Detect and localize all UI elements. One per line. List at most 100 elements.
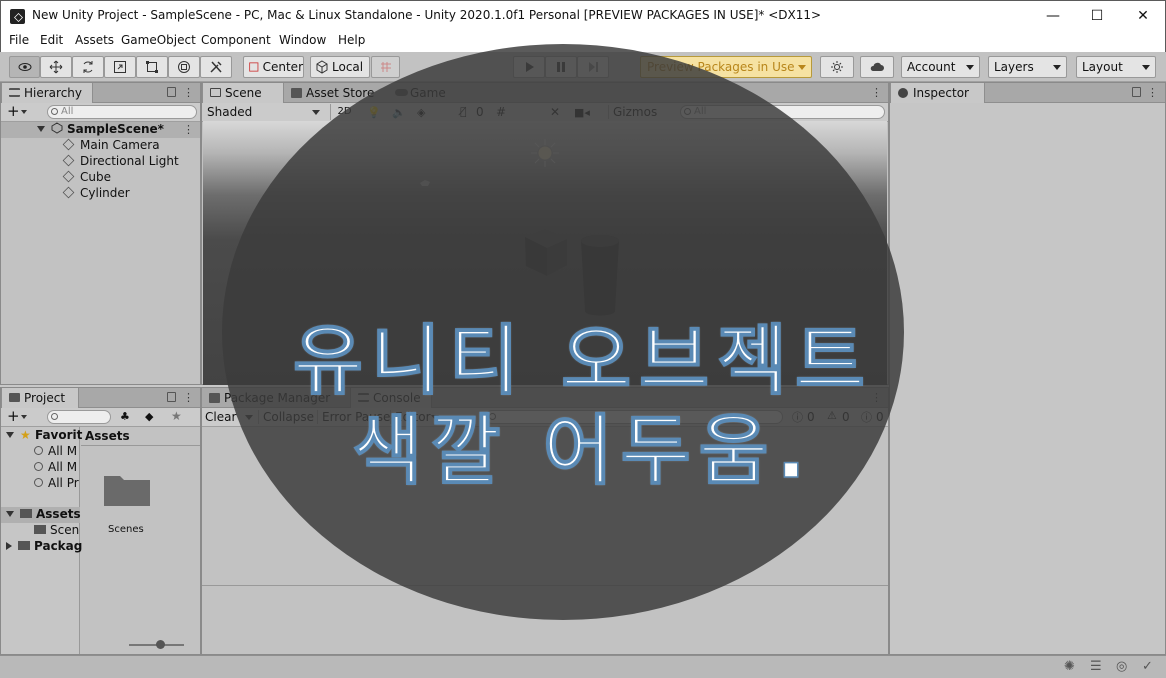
close-button[interactable]: ✕ <box>1120 1 1166 31</box>
hierarchy-item-cylinder[interactable]: Cylinder <box>62 186 130 200</box>
dropdown-arrow-icon[interactable] <box>21 110 27 114</box>
custom-tool-button[interactable] <box>200 56 232 78</box>
overlay-caption: 유니티 오브젝트 색깔 어두움. <box>0 315 1166 496</box>
preview-packages-dropdown[interactable]: Preview Packages in Use <box>640 56 812 78</box>
cylinder-object <box>581 235 619 316</box>
collapsed-arrow-icon[interactable] <box>6 542 12 550</box>
rotate-icon <box>83 61 93 73</box>
gamepad-icon <box>395 89 408 96</box>
shading-mode-dropdown[interactable]: Shaded <box>207 105 252 119</box>
icon-size-slider-handle[interactable] <box>156 640 165 649</box>
minimize-button[interactable]: — <box>1030 1 1076 31</box>
lock-icon[interactable] <box>1132 87 1141 97</box>
hierarchy-toolbar: + All <box>1 103 200 122</box>
assets-label: Assets <box>36 507 81 521</box>
add-create-icon[interactable]: + <box>7 103 20 120</box>
step-icon <box>589 62 598 72</box>
dropdown-arrow-icon <box>966 65 974 70</box>
lighting-toggle-icon[interactable]: 💡 <box>367 106 381 119</box>
hierarchy-item-directional-light[interactable]: Directional Light <box>62 154 179 168</box>
scenes-folder-label: Scen <box>50 523 80 537</box>
menu-assets[interactable]: Assets <box>75 33 114 47</box>
camera-icon[interactable]: ■◂ <box>574 106 590 119</box>
move-tool-button[interactable] <box>40 56 72 78</box>
menu-window[interactable]: Window <box>279 33 326 47</box>
menu-component[interactable]: Component <box>201 33 271 47</box>
scenes-folder-node[interactable]: Scen <box>34 523 79 537</box>
hierarchy-tab-label: Hierarchy <box>24 86 83 100</box>
cloud-button[interactable] <box>860 56 894 78</box>
grid-toggle-icon[interactable]: # <box>496 105 506 119</box>
packages-node[interactable]: Packag <box>6 539 82 553</box>
account-label: Account <box>907 60 956 74</box>
scene-root-item[interactable]: SampleScene* <box>37 122 164 136</box>
hierarchy-item-cube[interactable]: Cube <box>62 170 111 184</box>
expand-arrow-icon[interactable] <box>37 126 45 132</box>
eye-icon <box>18 63 31 71</box>
gameobject-cube-icon <box>62 170 75 183</box>
scale-icon <box>114 61 126 73</box>
layers-dropdown[interactable]: Layers <box>988 56 1067 78</box>
pivot-center-toggle[interactable]: Center <box>243 56 304 78</box>
assets-node[interactable]: Assets <box>6 507 81 521</box>
info-icon <box>898 88 908 98</box>
tab-inspector[interactable]: Inspector <box>890 83 985 103</box>
preview-packages-label: Preview Packages in Use <box>647 60 795 74</box>
bug-icon[interactable]: ✺ <box>1064 659 1075 674</box>
step-button[interactable] <box>577 56 609 78</box>
scene-options-icon[interactable]: ⋮ <box>183 123 194 136</box>
menu-file[interactable]: File <box>9 33 29 47</box>
tab-asset-store[interactable]: Asset Store <box>284 83 384 103</box>
more-options-icon[interactable]: ⋮ <box>871 86 882 99</box>
pivot-icon <box>249 62 259 72</box>
maximize-button[interactable]: ☐ <box>1074 1 1120 31</box>
dropdown-arrow-icon <box>1142 65 1150 70</box>
layout-dropdown[interactable]: Layout <box>1076 56 1156 78</box>
scale-tool-button[interactable] <box>104 56 136 78</box>
database-icon[interactable]: ☰ <box>1090 659 1102 674</box>
cube-object <box>525 229 567 276</box>
account-dropdown[interactable]: Account <box>901 56 980 78</box>
collab-button[interactable] <box>820 56 854 78</box>
asset-store-tab-label: Asset Store <box>306 86 375 100</box>
transform-tool-button[interactable] <box>168 56 200 78</box>
more-options-icon[interactable]: ⋮ <box>183 86 194 99</box>
rect-tool-button[interactable] <box>136 56 168 78</box>
tab-game[interactable]: Game <box>388 83 458 103</box>
folder-icon <box>34 525 46 534</box>
menu-gameobject[interactable]: GameObject <box>121 33 196 47</box>
scene-search-input[interactable]: All <box>680 105 885 119</box>
rect-transform-icon <box>146 61 158 73</box>
tools-toggle-icon[interactable]: ✕ <box>550 105 560 119</box>
lock-icon[interactable] <box>167 87 176 97</box>
rotate-tool-button[interactable] <box>72 56 104 78</box>
tab-hierarchy[interactable]: Hierarchy <box>1 83 93 103</box>
dropdown-arrow-icon[interactable] <box>312 110 320 115</box>
audio-toggle-icon[interactable]: 🔈 <box>392 106 406 119</box>
menu-edit[interactable]: Edit <box>40 33 63 47</box>
hierarchy-search-input[interactable]: All <box>47 105 197 119</box>
pause-button[interactable] <box>545 56 577 78</box>
pivot-local-toggle[interactable]: Local <box>310 56 370 78</box>
checkmark-icon[interactable]: ✓ <box>1142 659 1153 674</box>
unity-logo-icon <box>10 9 25 24</box>
expand-arrow-icon[interactable] <box>6 511 14 517</box>
menu-help[interactable]: Help <box>338 33 365 47</box>
layout-label: Layout <box>1082 60 1123 74</box>
gizmos-dropdown[interactable]: Gizmos <box>608 105 657 119</box>
view-tool-button[interactable] <box>9 56 40 78</box>
scene-name-label: SampleScene* <box>67 122 164 136</box>
hidden-objects-icon[interactable]: 👁̸ <box>460 105 467 118</box>
effects-toggle-icon[interactable]: ◈ <box>417 106 425 119</box>
menu-bar: File Edit Assets GameObject Component Wi… <box>0 31 1166 52</box>
more-options-icon[interactable]: ⋮ <box>1147 86 1158 99</box>
hidden-count-label: 0 <box>476 105 484 119</box>
packages-label: Packag <box>34 539 83 553</box>
mode-2d-toggle[interactable]: 2D <box>330 104 358 120</box>
play-button[interactable] <box>513 56 545 78</box>
tab-scene[interactable]: Scene <box>202 83 284 103</box>
auto-generate-lighting-icon[interactable]: ◎ <box>1116 659 1127 674</box>
hierarchy-item-main-camera[interactable]: Main Camera <box>62 138 160 152</box>
snap-toggle[interactable] <box>371 56 400 78</box>
inspector-tabstrip: Inspector ⋮ <box>890 83 1165 103</box>
